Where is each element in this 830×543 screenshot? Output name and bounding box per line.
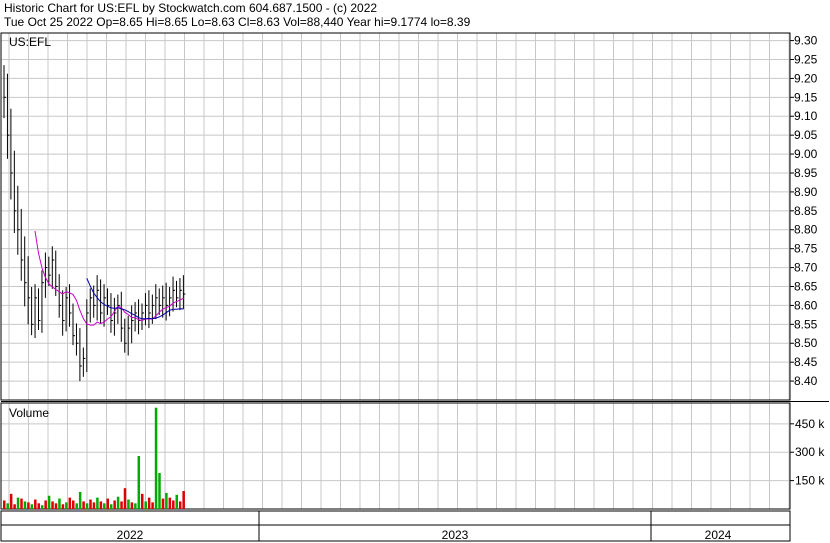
price-tick-label: 8.75 [794, 242, 818, 256]
volume-bar [147, 497, 151, 509]
volume-bar [175, 494, 178, 509]
volume-bar [68, 497, 72, 509]
volume-bar [96, 497, 99, 509]
price-tick-label: 9.05 [794, 128, 818, 142]
volume-title: Volume [9, 406, 49, 420]
volume-bar [106, 498, 109, 509]
price-tick-label: 9.10 [794, 109, 818, 123]
price-tick-label: 9.30 [794, 34, 818, 48]
volume-bar [37, 503, 40, 509]
volume-bar [54, 503, 58, 509]
volume-bar [82, 501, 85, 509]
price-bars [3, 65, 186, 382]
volume-bar [168, 497, 172, 509]
volume-bar [151, 502, 154, 509]
volume-bar [72, 500, 75, 509]
volume-bar [161, 498, 165, 509]
x-label-2022: 2022 [117, 528, 144, 542]
volume-bar [34, 499, 37, 509]
volume-bar [3, 500, 6, 509]
volume-bars [3, 407, 185, 509]
volume-bar [172, 500, 175, 509]
price-tick-label: 8.60 [794, 298, 818, 312]
volume-bar [127, 499, 130, 509]
volume-bar [75, 503, 78, 509]
volume-bar [103, 503, 106, 509]
moving-averages [34, 230, 184, 326]
volume-bar [65, 502, 68, 509]
volume-bar [6, 503, 9, 509]
volume-bar [165, 492, 168, 509]
price-tick-label: 8.40 [794, 374, 818, 388]
volume-bar [113, 500, 116, 509]
volume-bar [89, 499, 92, 509]
volume-grid [1, 403, 790, 509]
price-grid [1, 33, 790, 400]
volume-bar [99, 501, 103, 509]
volume-bar [51, 501, 54, 509]
volume-bar [27, 502, 30, 509]
volume-bar [137, 456, 141, 509]
volume-bar [141, 493, 144, 509]
volume-tick-label: 150 k [795, 474, 825, 488]
price-axis: 9.30 9.25 9.20 9.15 9.10 9.05 9.00 8.95 8.90 8.85… [790, 34, 818, 388]
volume-bar [154, 407, 158, 509]
price-tick-label: 9.25 [794, 52, 818, 66]
volume-bar [20, 498, 23, 509]
volume-bar [120, 501, 123, 509]
price-tick-label: 8.55 [794, 317, 818, 331]
price-tick-label: 8.85 [794, 204, 818, 218]
volume-bar [182, 491, 185, 509]
price-tick-label: 8.45 [794, 355, 818, 369]
volume-bar [130, 502, 134, 509]
x-label-2023: 2023 [442, 528, 469, 542]
volume-bar [16, 497, 20, 509]
volume-bar [23, 501, 27, 509]
volume-bar [134, 503, 137, 509]
price-tick-label: 8.70 [794, 261, 818, 275]
x-label-2024: 2024 [705, 528, 732, 542]
price-tick-label: 9.20 [794, 71, 818, 85]
volume-bar [92, 502, 96, 509]
volume-axis: 150 k 300 k 450 k [790, 417, 825, 488]
volume-bar [158, 473, 161, 509]
volume-bar [40, 505, 44, 509]
volume-tick-label: 300 k [795, 445, 825, 459]
price-tick-label: 8.90 [794, 185, 818, 199]
price-tick-label: 8.50 [794, 336, 818, 350]
volume-bar [47, 495, 51, 509]
price-tick-label: 8.95 [794, 166, 818, 180]
volume-bar [13, 504, 16, 509]
volume-bar [116, 496, 120, 509]
volume-bar [61, 504, 65, 509]
volume-bar [144, 501, 147, 509]
volume-bar [178, 501, 182, 509]
volume-bar [109, 504, 113, 509]
volume-bar [44, 500, 47, 509]
price-tick-label: 9.15 [794, 90, 818, 104]
price-tick-label: 9.00 [794, 147, 818, 161]
price-tick-label: 8.80 [794, 223, 818, 237]
volume-bar [30, 504, 34, 509]
volume-bar [123, 488, 127, 509]
historic-chart: US:EFL Volume 9.309.259.209.159.109.059.… [0, 32, 829, 542]
volume-bar [85, 503, 89, 509]
volume-bar [58, 498, 61, 509]
moving-average-line [34, 230, 184, 326]
price-tick-label: 8.65 [794, 279, 818, 293]
volume-bar [9, 493, 13, 509]
volume-bar [78, 491, 82, 509]
symbol-label: US:EFL [9, 35, 51, 49]
volume-tick-label: 450 k [795, 417, 825, 431]
